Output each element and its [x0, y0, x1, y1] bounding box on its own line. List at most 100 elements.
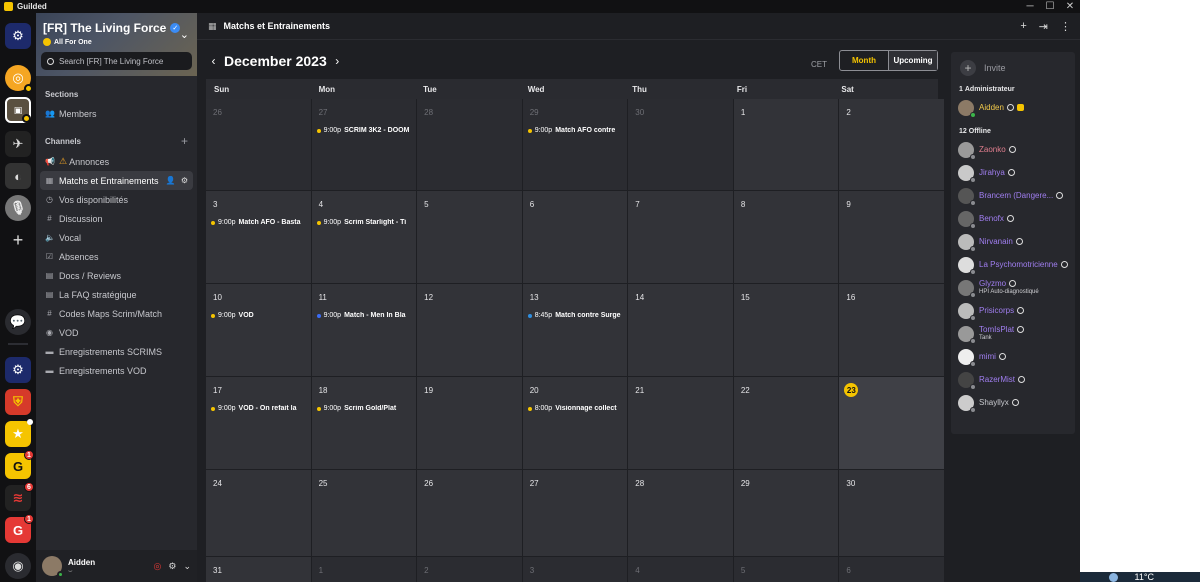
calendar-event[interactable]: 9:00p Match AFO - Basta [211, 219, 311, 226]
invite-button[interactable]: + Invite [951, 52, 1075, 83]
member-row[interactable]: TomIsPlat Tank [951, 322, 1075, 345]
calendar-day[interactable]: 18 9:00p Scrim Gold/Plat [311, 377, 417, 469]
channel-item-vod[interactable]: ◉ VOD [40, 323, 193, 342]
view-month-button[interactable]: Month [840, 51, 889, 70]
server-icon-overwatch[interactable]: ◎ [5, 65, 33, 93]
calendar-event[interactable]: 9:00p VOD - On refait la [211, 405, 311, 412]
calendar-day[interactable]: 15 [733, 284, 839, 376]
add-member-icon[interactable]: 👤 [166, 176, 176, 185]
calendar-day[interactable]: 10 9:00p VOD [206, 284, 311, 376]
server-icon-ship[interactable]: ✈ [5, 131, 31, 157]
calendar-day-today[interactable]: 23 [839, 377, 944, 469]
member-row[interactable]: Benofx [951, 207, 1075, 230]
channel-item-vocal[interactable]: 🔈 Vocal [40, 228, 193, 247]
next-month-button[interactable]: › [330, 54, 345, 68]
prev-month-button[interactable]: ‹ [206, 54, 221, 68]
member-row[interactable]: mimi [951, 345, 1075, 368]
server-icon-shield[interactable]: ⛨ [5, 389, 31, 415]
calendar-day[interactable]: 21 [628, 377, 733, 469]
server-search-input[interactable]: Search [FR] The Living Force [41, 52, 192, 70]
calendar-day[interactable]: 26 [417, 470, 522, 556]
channel-item-discussion[interactable]: # Discussion [40, 209, 193, 228]
member-row[interactable]: Nirvanain [951, 230, 1075, 253]
server-icon-home[interactable]: ⚙ [5, 23, 31, 49]
calendar-day[interactable]: 17 9:00p VOD - On refait la [206, 377, 311, 469]
channel-item-absences[interactable]: ☑ Absences [40, 247, 193, 266]
direct-messages-icon[interactable]: 💬 [5, 309, 31, 335]
server-icon-star[interactable]: ★ [5, 419, 33, 447]
calendar-day[interactable]: 3 9:00p Match AFO - Basta [206, 191, 311, 283]
collapse-panel-icon[interactable]: ⇥ [1039, 20, 1048, 33]
server-icon-guilded-red[interactable]: G1 [5, 514, 34, 543]
calendar-day[interactable]: 4 9:00p Scrim Starlight - Ti [311, 191, 417, 283]
maximize-icon[interactable]: ☐ [1040, 0, 1060, 13]
channel-item-matchs[interactable]: ▦ Matchs et Entrainements 👤 ⚙ [40, 171, 193, 190]
calendar-day[interactable]: 27 [522, 470, 628, 556]
member-row[interactable]: Glyzmo HPI Auto-diagnostiqué [951, 276, 1075, 299]
calendar-event[interactable]: 9:00p VOD [211, 312, 311, 319]
channel-item-docs-reviews[interactable]: ▤ Docs / Reviews [40, 266, 193, 285]
member-row[interactable]: La Psychomotricienne [951, 253, 1075, 276]
calendar-day[interactable]: 28 [417, 99, 522, 190]
calendar-day[interactable]: 1 [733, 99, 839, 190]
calendar-day[interactable]: 29 9:00p Match AFO contre [522, 99, 628, 190]
calendar-day[interactable]: 3 [522, 557, 628, 582]
calendar-day[interactable]: 27 9:00p SCRIM 3K2 - DOOM [311, 99, 417, 190]
calendar-day[interactable]: 25 [311, 470, 417, 556]
gear-icon[interactable]: ⚙ [181, 176, 188, 185]
channel-item-annonces[interactable]: 📢 ⚠ Annonces [40, 152, 193, 171]
member-row[interactable]: Brancem (Dangere... [951, 184, 1075, 207]
calendar-event[interactable]: 9:00p Scrim Gold/Plat [316, 405, 417, 412]
calendar-event[interactable]: 8:45p Match contre Surge [527, 312, 628, 319]
calendar-day[interactable]: 9 [839, 191, 944, 283]
member-row[interactable]: Aidden [951, 96, 1075, 119]
support-icon[interactable]: ◉ [5, 553, 31, 579]
calendar-event[interactable]: 8:00p Visionnage collect [527, 405, 628, 412]
channel-item-enreg-vod[interactable]: ▬ Enregistrements VOD [40, 361, 193, 380]
minimize-icon[interactable]: ─ [1020, 0, 1040, 13]
calendar-day[interactable]: 29 [733, 470, 839, 556]
member-row[interactable]: Shayllyx [951, 391, 1075, 414]
calendar-day[interactable]: 1 [311, 557, 417, 582]
calendar-day[interactable]: 6 [839, 557, 944, 582]
section-item-members[interactable]: 👥 Members [40, 104, 193, 123]
calendar-day[interactable]: 30 [628, 99, 733, 190]
server-header[interactable]: [FR] The Living Force ✓ All For One ⌄ Se… [36, 13, 197, 76]
chevron-down-icon[interactable]: ⌄ [183, 561, 191, 572]
calendar-day[interactable]: 4 [628, 557, 733, 582]
status-toggle-icon[interactable]: ◎ [154, 561, 162, 572]
member-row[interactable]: Jirahya [951, 161, 1075, 184]
calendar-day[interactable]: 13 8:45p Match contre Surge [522, 284, 628, 376]
add-server-icon[interactable]: + [5, 227, 31, 253]
chevron-down-icon[interactable]: ⌄ [180, 28, 189, 41]
calendar-day[interactable]: 16 [839, 284, 944, 376]
calendar-day[interactable]: 14 [628, 284, 733, 376]
calendar-day[interactable]: 20 8:00p Visionnage collect [522, 377, 628, 469]
calendar-day[interactable]: 7 [628, 191, 733, 283]
calendar-day[interactable]: 12 [417, 284, 522, 376]
calendar-day[interactable]: 8 [733, 191, 839, 283]
calendar-day[interactable]: 2 [839, 99, 944, 190]
calendar-day[interactable]: 26 [206, 99, 311, 190]
server-icon-wings[interactable]: ≋ 6 [5, 482, 34, 511]
server-icon-mic[interactable]: 🎙 [5, 195, 31, 221]
calendar-day[interactable]: 30 [839, 470, 944, 556]
more-icon[interactable]: ⋮ [1060, 20, 1071, 33]
calendar-day[interactable]: 5 [733, 557, 839, 582]
calendar-day[interactable]: 22 [733, 377, 839, 469]
gear-icon[interactable]: ⚙ [168, 561, 176, 572]
calendar-event[interactable]: 9:00p Match - Men In Bla [316, 312, 417, 319]
avatar[interactable] [42, 556, 64, 578]
calendar-event[interactable]: 9:00p Match AFO contre [527, 127, 628, 134]
server-icon-guilded[interactable]: G1 [5, 450, 34, 479]
calendar-day[interactable]: 31 [206, 557, 311, 582]
member-row[interactable]: Zaonko [951, 138, 1075, 161]
calendar-day[interactable]: 19 [417, 377, 522, 469]
calendar-day[interactable]: 6 [522, 191, 628, 283]
close-icon[interactable]: ✕ [1060, 0, 1080, 13]
add-channel-icon[interactable]: + [181, 134, 188, 148]
server-icon-team[interactable]: ⚙ [5, 357, 31, 383]
calendar-day[interactable]: 5 [417, 191, 522, 283]
calendar-event[interactable]: 9:00p Scrim Starlight - Ti [316, 219, 417, 226]
server-icon-living-force[interactable]: ▣ [5, 97, 31, 123]
